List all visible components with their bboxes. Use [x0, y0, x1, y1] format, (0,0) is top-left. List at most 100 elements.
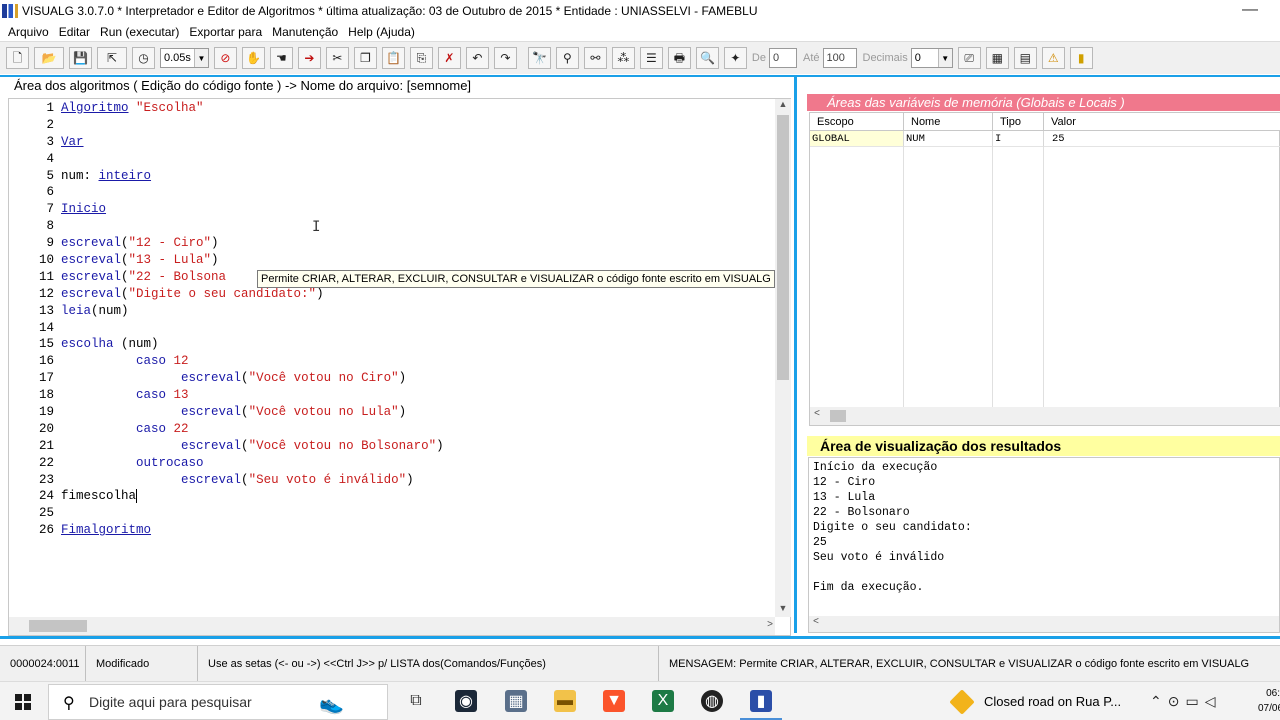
ate-input[interactable]	[822, 48, 857, 68]
code-line[interactable]: 16 caso 12	[9, 353, 775, 370]
code-line[interactable]: 3 Var	[9, 134, 775, 151]
menu-run[interactable]: Run (executar)	[95, 25, 184, 39]
line-content[interactable]: num: inteiro	[61, 168, 151, 185]
clock[interactable]: 06: 07/06	[1258, 686, 1280, 716]
col-valor[interactable]: Valor	[1044, 113, 1280, 131]
scroll-thumb[interactable]	[29, 620, 87, 632]
editor-vertical-scrollbar[interactable]: ▲ ▼	[775, 99, 791, 617]
code-line[interactable]: 8	[9, 218, 775, 235]
code-line[interactable]: 15 escolha (num)	[9, 336, 775, 353]
line-content[interactable]: escreval("13 - Lula")	[61, 252, 219, 269]
code-line[interactable]: 12 escreval("Digite o seu candidato:")	[9, 286, 775, 303]
line-content[interactable]: caso 12	[61, 353, 189, 370]
variables-table[interactable]: Escopo Nome Tipo Valor GLOBAL NUM I 25 <	[809, 112, 1280, 426]
code-line[interactable]: 23 escreval("Seu voto é inválido")	[9, 472, 775, 489]
menu-exportar[interactable]: Exportar para	[184, 25, 267, 39]
code-line[interactable]: 7 Inicio	[9, 201, 775, 218]
line-content[interactable]: escolha (num)	[61, 336, 159, 353]
code-line[interactable]: 18 caso 13	[9, 387, 775, 404]
task-view-icon[interactable]: ⧉	[405, 690, 427, 712]
col-tipo[interactable]: Tipo	[993, 113, 1044, 131]
line-content[interactable]: Fimalgoritmo	[61, 522, 151, 539]
new-file-icon[interactable]: 🗋	[6, 47, 29, 69]
col-escopo[interactable]: Escopo	[810, 113, 904, 131]
de-input[interactable]	[768, 48, 797, 68]
code-line[interactable]: 22 outrocaso	[9, 455, 775, 472]
line-content[interactable]: escreval("Seu voto é inválido")	[61, 472, 414, 489]
network-icon[interactable]: ⊙	[1168, 693, 1180, 710]
decimais-select[interactable]: 0 ▼	[910, 48, 953, 68]
code-line[interactable]: 26 Fimalgoritmo	[9, 522, 775, 539]
chevron-up-icon[interactable]: ⌃	[1150, 693, 1162, 710]
line-content[interactable]: escreval("Você votou no Ciro")	[61, 370, 406, 387]
code-line[interactable]: 13 leia(num)	[9, 303, 775, 320]
line-content[interactable]: Algoritmo "Escolha"	[61, 100, 204, 117]
line-content[interactable]: Inicio	[61, 201, 106, 218]
code-line[interactable]: 20 caso 22	[9, 421, 775, 438]
line-content[interactable]: caso 13	[61, 387, 189, 404]
line-content[interactable]: Var	[61, 134, 84, 151]
indent-icon[interactable]: ☰	[639, 47, 663, 69]
variables-horizontal-scrollbar[interactable]: <	[810, 407, 1280, 425]
output-area[interactable]: Início da execução 12 - Ciro 13 - Lula 2…	[808, 457, 1280, 633]
line-content[interactable]: fimescolha	[61, 488, 138, 505]
menu-help[interactable]: Help (Ajuda)	[343, 25, 420, 39]
timer-icon[interactable]: ◷	[132, 47, 155, 69]
code-line[interactable]: 10 escreval("13 - Lula")	[9, 252, 775, 269]
obs-icon[interactable]: ◍	[701, 690, 723, 712]
find-icon[interactable]: 🔭	[527, 47, 551, 69]
hand-icon[interactable]: ✋	[241, 47, 265, 69]
scroll-up-icon[interactable]: ▲	[775, 99, 791, 113]
uncomment-icon[interactable]: ✗	[437, 47, 461, 69]
windows-start-icon[interactable]	[15, 694, 31, 710]
line-content[interactable]: escreval("12 - Ciro")	[61, 235, 219, 252]
scroll-right-icon[interactable]: >	[767, 619, 773, 630]
brave-browser-icon[interactable]: ▼	[603, 690, 625, 712]
find-next-icon[interactable]: ⚯	[583, 47, 607, 69]
undo-icon[interactable]: ↶	[465, 47, 489, 69]
display-icon[interactable]: ▭	[1185, 693, 1198, 710]
code-line[interactable]: 17 escreval("Você votou no Ciro")	[9, 370, 775, 387]
copy-icon[interactable]: ❐	[353, 47, 377, 69]
line-content[interactable]: escreval("Você votou no Bolsonaro")	[61, 438, 444, 455]
col-nome[interactable]: Nome	[904, 113, 993, 131]
minimize-button[interactable]: —	[1242, 1, 1258, 19]
paste-icon[interactable]: 📋	[381, 47, 405, 69]
calculator-icon[interactable]: ▦	[985, 47, 1009, 69]
comment-icon[interactable]: ⎘	[409, 47, 433, 69]
code-line[interactable]: 2	[9, 117, 775, 134]
redo-icon[interactable]: ↷	[493, 47, 517, 69]
format-icon[interactable]: ⁂	[611, 47, 635, 69]
menu-manutencao[interactable]: Manutenção	[267, 25, 343, 39]
code-line[interactable]: 25	[9, 505, 775, 522]
graphic-mode-icon[interactable]: ⎚	[957, 47, 981, 69]
line-content[interactable]: leia(num)	[61, 303, 129, 320]
zoom-icon[interactable]: 🔍	[695, 47, 719, 69]
code-line[interactable]: 4	[9, 151, 775, 168]
speed-select[interactable]: 0.05s ▼	[160, 48, 209, 68]
scroll-left-icon[interactable]: <	[813, 617, 819, 628]
code-line[interactable]: 21 escreval("Você votou no Bolsonaro")	[9, 438, 775, 455]
replace-icon[interactable]: ⚲	[555, 47, 579, 69]
code-line[interactable]: 19 escreval("Você votou no Lula")	[9, 404, 775, 421]
cut-icon[interactable]: ✂	[325, 47, 349, 69]
excel-icon[interactable]: X	[652, 690, 674, 712]
magic-wand-icon[interactable]: ✦	[723, 47, 747, 69]
scroll-left-icon[interactable]: <	[814, 409, 820, 420]
line-content[interactable]: escreval("22 - Bolsona	[61, 269, 226, 286]
stop-icon[interactable]: ⊘	[213, 47, 237, 69]
line-content[interactable]: outrocaso	[61, 455, 204, 472]
table-icon[interactable]: ▤	[1013, 47, 1037, 69]
scroll-thumb[interactable]	[777, 115, 789, 380]
code-line[interactable]: 24 fimescolha	[9, 488, 775, 505]
steam-icon[interactable]: ◉	[455, 690, 477, 712]
line-content[interactable]: escreval("Digite o seu candidato:")	[61, 286, 324, 303]
code-line[interactable]: 9 escreval("12 - Ciro")	[9, 235, 775, 252]
calculator-app-icon[interactable]: ▦	[505, 690, 527, 712]
help-book-icon[interactable]: ▮	[1069, 47, 1093, 69]
code-editor[interactable]: 1 Algoritmo "Escolha" 2 3 Var 4 5 num: inteiro 6…	[8, 98, 791, 636]
menu-arquivo[interactable]: Arquivo	[3, 25, 54, 39]
export-icon[interactable]: ⇱	[97, 47, 127, 69]
breakpoint-hand-icon[interactable]: ☚	[269, 47, 293, 69]
editor-horizontal-scrollbar[interactable]: >	[9, 617, 775, 635]
